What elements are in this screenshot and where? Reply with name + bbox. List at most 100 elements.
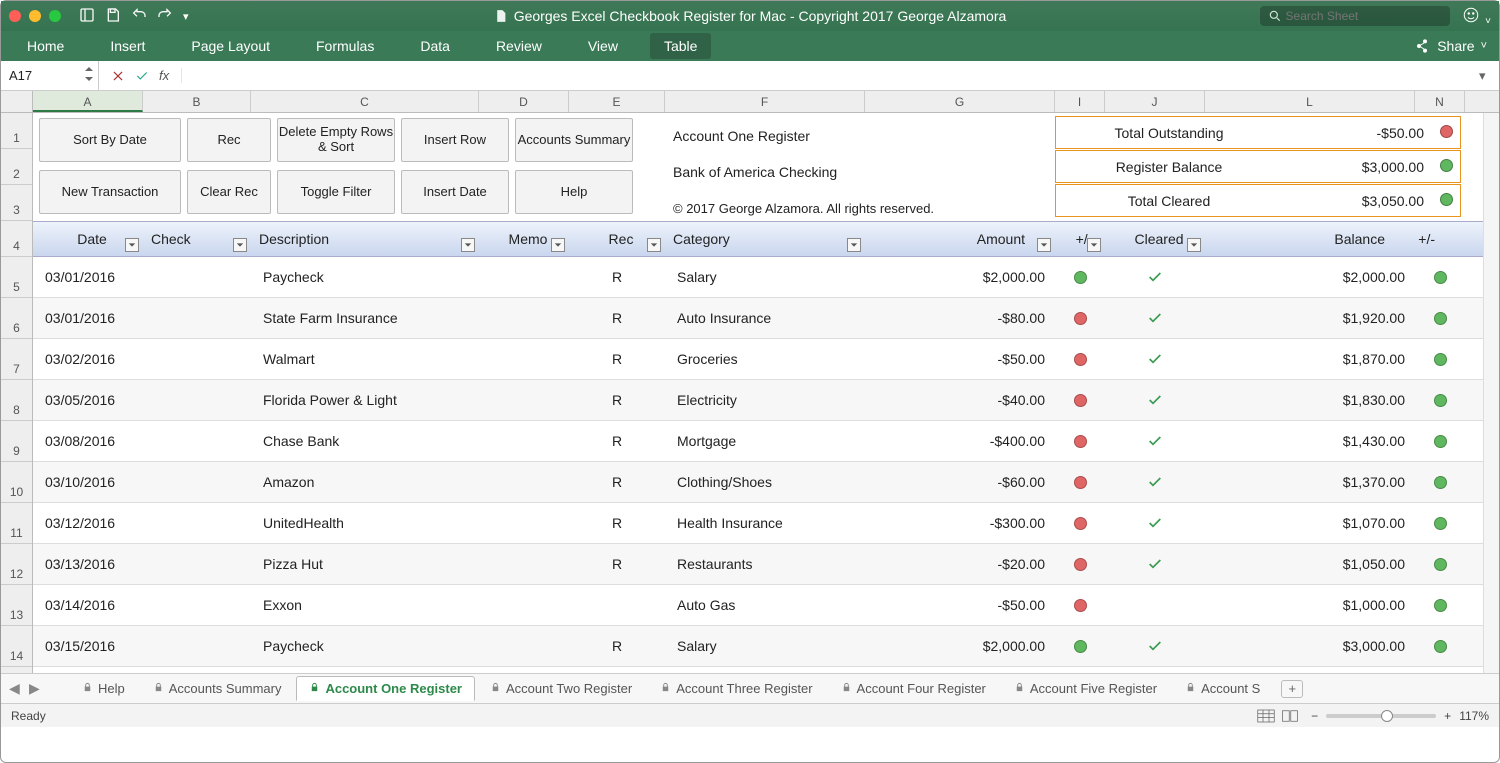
table-header-[interactable]: +/- <box>1415 222 1465 256</box>
cell-cleared[interactable] <box>1105 503 1205 543</box>
ribbon-tab-data[interactable]: Data <box>406 33 464 59</box>
cell-cleared[interactable] <box>1105 462 1205 502</box>
feedback-icon[interactable]: ˅ <box>1462 6 1491 27</box>
zoom-slider[interactable] <box>1326 714 1436 718</box>
cell-amount[interactable]: -$20.00 <box>865 544 1055 584</box>
sheet-tab-account-two-register[interactable]: Account Two Register <box>477 676 645 701</box>
cell-amount[interactable]: -$50.00 <box>865 339 1055 379</box>
table-header-date[interactable]: Date <box>33 222 143 256</box>
sheet-tab-accounts-summary[interactable]: Accounts Summary <box>140 676 295 701</box>
cell-check[interactable] <box>143 339 251 379</box>
row-header-5[interactable]: 5 <box>1 257 32 298</box>
cell-category[interactable]: Mortgage <box>665 421 865 461</box>
cell-balance[interactable]: $1,830.00 <box>1205 380 1415 420</box>
table-header-amount[interactable]: Amount <box>865 222 1055 256</box>
ribbon-tab-home[interactable]: Home <box>13 33 78 59</box>
row-header-4[interactable]: 4 <box>1 221 32 257</box>
row-header-9[interactable]: 9 <box>1 421 32 462</box>
cell-rec[interactable]: R <box>569 257 665 297</box>
table-header-memo[interactable]: Memo <box>479 222 569 256</box>
cell-rec[interactable]: R <box>569 626 665 666</box>
cell-check[interactable] <box>143 462 251 502</box>
cell-rec[interactable]: R <box>569 462 665 502</box>
zoom-control[interactable]: − + 117% <box>1311 709 1489 723</box>
cell-description[interactable]: Paycheck <box>251 626 479 666</box>
cancel-formula-icon[interactable] <box>111 69 125 83</box>
sheet-tab-account-three-register[interactable]: Account Three Register <box>647 676 825 701</box>
cell-balance[interactable]: $3,000.00 <box>1205 626 1415 666</box>
row-header-12[interactable]: 12 <box>1 544 32 585</box>
column-header-B[interactable]: B <box>143 91 251 112</box>
search-input[interactable] <box>1286 9 1436 23</box>
maximize-window-button[interactable] <box>49 10 61 22</box>
normal-view-icon[interactable] <box>1257 709 1275 723</box>
column-header-F[interactable]: F <box>665 91 865 112</box>
search-sheet[interactable] <box>1260 6 1450 26</box>
insert-row-button[interactable]: Insert Row <box>401 118 509 162</box>
table-header-check[interactable]: Check <box>143 222 251 256</box>
column-header-J[interactable]: J <box>1105 91 1205 112</box>
minimize-window-button[interactable] <box>29 10 41 22</box>
cell-description[interactable]: Pizza Hut <box>251 544 479 584</box>
cell-description[interactable]: Amazon <box>251 462 479 502</box>
qat-item-icon[interactable] <box>79 7 95 26</box>
share-button[interactable]: Share ˅ <box>1415 38 1487 54</box>
cell-cleared[interactable] <box>1105 585 1205 625</box>
cell-balance[interactable]: $1,370.00 <box>1205 462 1415 502</box>
sheet-tab-account-four-register[interactable]: Account Four Register <box>828 676 999 701</box>
cell-category[interactable]: Restaurants <box>665 544 865 584</box>
toggle-filter-button[interactable]: Toggle Filter <box>277 170 395 214</box>
cell-balance[interactable]: $1,050.00 <box>1205 544 1415 584</box>
column-header-D[interactable]: D <box>479 91 569 112</box>
cell-date[interactable]: 03/05/2016 <box>33 380 143 420</box>
sheet-tab-account-five-register[interactable]: Account Five Register <box>1001 676 1170 701</box>
filter-dropdown-icon[interactable] <box>1037 238 1051 252</box>
cell-amount[interactable]: -$40.00 <box>865 380 1055 420</box>
cell-cleared[interactable] <box>1105 298 1205 338</box>
filter-dropdown-icon[interactable] <box>1087 238 1101 252</box>
cell-description[interactable]: Exxon <box>251 585 479 625</box>
cell-amount[interactable]: $2,000.00 <box>865 626 1055 666</box>
cell-memo[interactable] <box>479 503 569 543</box>
cell-rec[interactable] <box>569 585 665 625</box>
zoom-in-button[interactable]: + <box>1444 709 1451 723</box>
cell-cleared[interactable] <box>1105 626 1205 666</box>
select-all-corner[interactable] <box>1 91 33 112</box>
cell-amount[interactable]: $2,000.00 <box>865 257 1055 297</box>
filter-dropdown-icon[interactable] <box>847 238 861 252</box>
vertical-scrollbar[interactable] <box>1483 113 1499 673</box>
cell-amount[interactable]: -$60.00 <box>865 462 1055 502</box>
row-header-11[interactable]: 11 <box>1 503 32 544</box>
ribbon-tab-table[interactable]: Table <box>650 33 711 59</box>
table-header-balance[interactable]: Balance <box>1205 222 1415 256</box>
sheet-nav-prev[interactable]: ◀ <box>9 680 29 697</box>
filter-dropdown-icon[interactable] <box>233 238 247 252</box>
table-row[interactable]: 03/14/2016 Exxon Auto Gas -$50.00 $1,000… <box>33 585 1483 626</box>
cell-rec[interactable]: R <box>569 421 665 461</box>
sort-by-date-button[interactable]: Sort By Date <box>39 118 181 162</box>
filter-dropdown-icon[interactable] <box>551 238 565 252</box>
table-header-[interactable]: +/- <box>1055 222 1105 256</box>
add-sheet-button[interactable]: + <box>1281 680 1303 698</box>
table-row[interactable]: 03/05/2016 Florida Power & Light R Elect… <box>33 380 1483 421</box>
cell-cleared[interactable] <box>1105 257 1205 297</box>
cell-memo[interactable] <box>479 380 569 420</box>
cell-description[interactable]: Florida Power & Light <box>251 380 479 420</box>
ribbon-tab-page-layout[interactable]: Page Layout <box>177 33 284 59</box>
cell-cleared[interactable] <box>1105 339 1205 379</box>
sheet-nav-next[interactable]: ▶ <box>29 680 49 697</box>
cell-balance[interactable]: $1,870.00 <box>1205 339 1415 379</box>
column-header-A[interactable]: A <box>33 91 143 112</box>
ribbon-tab-formulas[interactable]: Formulas <box>302 33 388 59</box>
table-header-rec[interactable]: Rec <box>569 222 665 256</box>
table-row[interactable]: 03/12/2016 UnitedHealth R Health Insuran… <box>33 503 1483 544</box>
help-button[interactable]: Help <box>515 170 633 214</box>
cell-date[interactable]: 03/12/2016 <box>33 503 143 543</box>
cell-date[interactable]: 03/01/2016 <box>33 257 143 297</box>
insert-date-button[interactable]: Insert Date <box>401 170 509 214</box>
sheet-tab-account-s[interactable]: Account S <box>1172 676 1273 701</box>
cell-category[interactable]: Health Insurance <box>665 503 865 543</box>
ribbon-tab-review[interactable]: Review <box>482 33 556 59</box>
spreadsheet-grid[interactable]: Sort By DateRecDelete Empty Rows & SortI… <box>33 113 1483 673</box>
cell-date[interactable]: 03/02/2016 <box>33 339 143 379</box>
